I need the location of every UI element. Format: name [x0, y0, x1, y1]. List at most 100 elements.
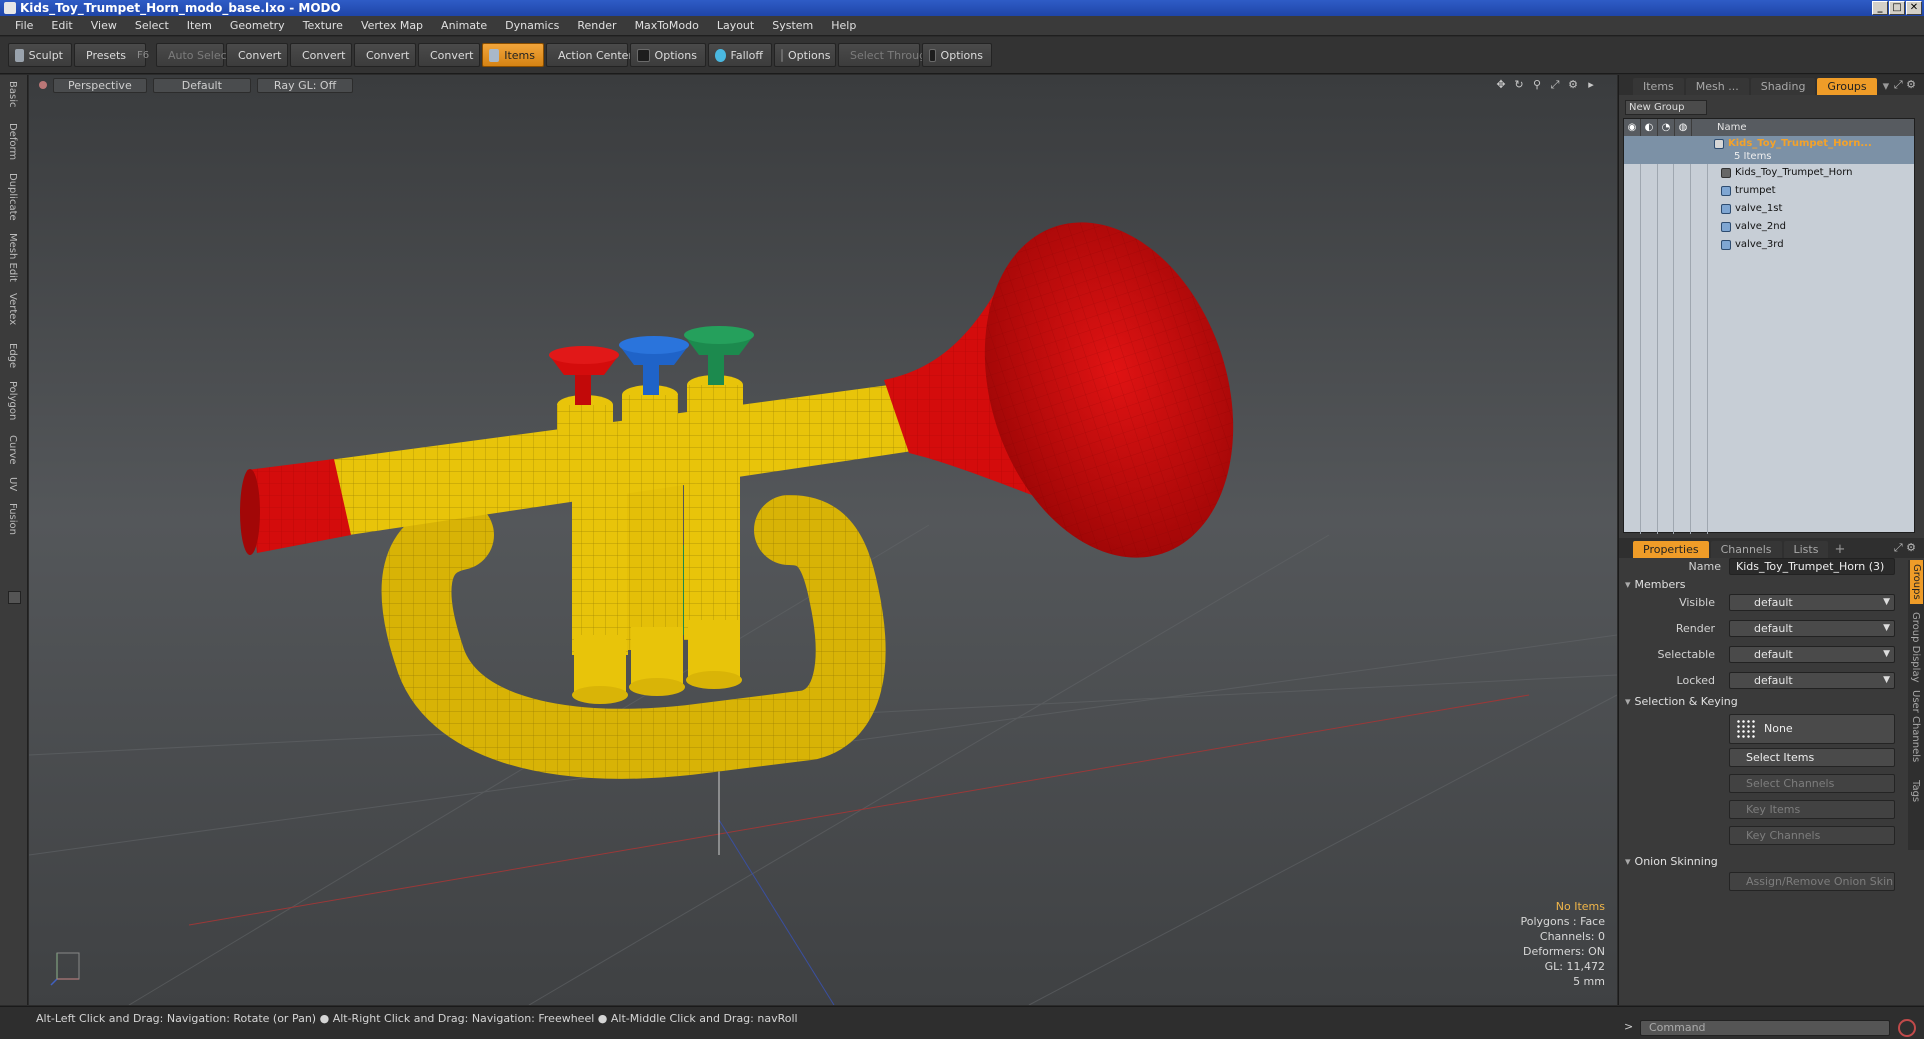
new-group-button[interactable]: New Group: [1625, 100, 1707, 115]
menu-maxtomodo[interactable]: MaxToModo: [626, 19, 708, 32]
fit-icon[interactable]: ⤢: [1549, 79, 1561, 91]
tab-fusion[interactable]: Fusion: [7, 503, 18, 535]
menu-animate[interactable]: Animate: [432, 19, 496, 32]
lock-icon[interactable]: ◍: [1675, 119, 1692, 136]
chevron-right-icon[interactable]: ▸: [1585, 79, 1597, 91]
panel-expand-icon[interactable]: ⤢ ⚙: [1894, 78, 1916, 92]
raygl-dropdown[interactable]: Ray GL: Off: [256, 77, 354, 93]
side-tab-tags[interactable]: Tags: [1910, 780, 1921, 802]
tab-properties[interactable]: Properties: [1633, 541, 1709, 558]
visibility-eye-icon[interactable]: ◉: [1624, 119, 1641, 136]
locked-value: default: [1754, 674, 1793, 687]
group-root-count: 5 Items: [1734, 151, 1772, 162]
tab-edge[interactable]: Edge: [7, 343, 18, 368]
tab-dropdown-icon[interactable]: ▾: [1879, 79, 1894, 95]
locked-dropdown[interactable]: default ▼: [1729, 672, 1895, 689]
none-button[interactable]: None: [1729, 714, 1895, 744]
assign-onion-skin-button[interactable]: Assign/Remove Onion Skin: [1729, 872, 1895, 891]
convert-items-button[interactable]: Convert: [418, 43, 480, 67]
side-tab-user-channels[interactable]: User Channels: [1910, 690, 1921, 762]
select-items-button[interactable]: Select Items: [1729, 748, 1895, 767]
visible-dropdown[interactable]: default ▼: [1729, 594, 1895, 611]
group-name-field[interactable]: Kids_Toy_Trumpet_Horn (3): [1729, 558, 1895, 575]
zoom-icon[interactable]: ⚲: [1531, 79, 1543, 91]
view-type-dropdown[interactable]: Perspective: [53, 77, 147, 93]
minimize-button[interactable]: _: [1872, 1, 1888, 15]
tree-item-kids-toy-trumpet-horn[interactable]: Kids_Toy_Trumpet_Horn: [1624, 164, 1914, 182]
group-root-row[interactable]: Kids_Toy_Trumpet_Horn... 5 Items: [1624, 136, 1914, 164]
tab-channels[interactable]: Channels: [1710, 541, 1782, 558]
add-tab-icon[interactable]: +: [1830, 542, 1849, 558]
tab-items[interactable]: Items: [1633, 78, 1684, 95]
tree-item-valve-2nd[interactable]: valve_2nd: [1624, 218, 1914, 236]
tab-vertex[interactable]: Vertex: [7, 293, 18, 325]
viewport-menu-icon[interactable]: [39, 81, 47, 89]
convert-edges-button[interactable]: Convert: [290, 43, 352, 67]
menu-vertex-map[interactable]: Vertex Map: [352, 19, 432, 32]
side-tab-groups[interactable]: Groups: [1910, 560, 1923, 604]
selectable-dropdown[interactable]: default ▼: [1729, 646, 1895, 663]
falloff-options-button[interactable]: Options: [774, 43, 836, 67]
3d-viewport[interactable]: Perspective Default Ray GL: Off ✥ ↻ ⚲ ⤢ …: [29, 75, 1617, 1005]
tab-deform[interactable]: Deform: [7, 123, 18, 160]
menu-edit[interactable]: Edit: [42, 19, 81, 32]
action-center-options-button[interactable]: Options: [630, 43, 706, 67]
menu-dynamics[interactable]: Dynamics: [496, 19, 568, 32]
select-channels-button[interactable]: Select Channels: [1729, 774, 1895, 793]
tab-mesh-edit[interactable]: Mesh Edit: [7, 233, 18, 282]
menu-file[interactable]: File: [6, 19, 42, 32]
menu-help[interactable]: Help: [822, 19, 865, 32]
tab-basic[interactable]: Basic: [7, 81, 18, 107]
menu-layout[interactable]: Layout: [708, 19, 763, 32]
menu-system[interactable]: System: [763, 19, 822, 32]
strip-toggle-icon[interactable]: [8, 591, 21, 604]
onion-skinning-section[interactable]: Onion Skinning: [1625, 855, 1718, 868]
tab-shading[interactable]: Shading: [1750, 78, 1816, 95]
menu-render[interactable]: Render: [568, 19, 625, 32]
tree-item-valve-3rd[interactable]: valve_3rd: [1624, 236, 1914, 254]
tree-item-trumpet[interactable]: trumpet: [1624, 182, 1914, 200]
tab-lists[interactable]: Lists: [1783, 541, 1829, 558]
menu-texture[interactable]: Texture: [294, 19, 352, 32]
tab-mesh[interactable]: Mesh ...: [1685, 78, 1749, 95]
select-icon[interactable]: ◔: [1658, 119, 1675, 136]
auto-select-button[interactable]: Auto Select: [156, 43, 231, 67]
action-center-button[interactable]: Action Center: [546, 43, 633, 67]
presets-button[interactable]: Presets F6: [74, 43, 150, 67]
items-mode-button[interactable]: Items: [482, 43, 544, 67]
falloff-button[interactable]: Falloff: [708, 43, 772, 67]
maximize-button[interactable]: □: [1889, 1, 1905, 15]
render-icon[interactable]: ◐: [1641, 119, 1658, 136]
properties-expand-icon[interactable]: ⤢ ⚙: [1894, 541, 1916, 555]
select-options-button[interactable]: Options: [922, 43, 992, 67]
convert-vertices-button[interactable]: Convert: [226, 43, 288, 67]
shading-dropdown[interactable]: Default: [152, 77, 251, 93]
menu-geometry[interactable]: Geometry: [221, 19, 294, 32]
pan-icon[interactable]: ✥: [1495, 79, 1507, 91]
command-input[interactable]: Command: [1640, 1020, 1890, 1036]
tree-item-valve-1st[interactable]: valve_1st: [1624, 200, 1914, 218]
locator-icon: [1721, 168, 1731, 178]
key-items-button[interactable]: Key Items: [1729, 800, 1895, 819]
key-channels-button[interactable]: Key Channels: [1729, 826, 1895, 845]
gear-icon[interactable]: ⚙: [1567, 79, 1579, 91]
members-section[interactable]: Members: [1625, 578, 1686, 591]
menu-view[interactable]: View: [82, 19, 126, 32]
convert-polygons-button[interactable]: Convert: [354, 43, 416, 67]
side-tab-group-display[interactable]: Group Display: [1910, 612, 1921, 682]
tab-curve[interactable]: Curve: [7, 435, 18, 465]
tab-polygon[interactable]: Polygon: [7, 381, 18, 420]
tab-groups[interactable]: Groups: [1817, 78, 1877, 95]
render-dropdown[interactable]: default ▼: [1729, 620, 1895, 637]
menu-select[interactable]: Select: [126, 19, 178, 32]
presets-shortcut: F6: [137, 49, 150, 61]
record-icon[interactable]: [1898, 1019, 1916, 1037]
select-through-button[interactable]: Select Through: [838, 43, 933, 67]
close-button[interactable]: ✕: [1906, 1, 1922, 15]
sculpt-button[interactable]: Sculpt: [8, 43, 72, 67]
tab-duplicate[interactable]: Duplicate: [7, 173, 18, 221]
rotate-icon[interactable]: ↻: [1513, 79, 1525, 91]
selection-keying-section[interactable]: Selection & Keying: [1625, 695, 1738, 708]
menu-item[interactable]: Item: [178, 19, 221, 32]
tab-uv[interactable]: UV: [7, 477, 18, 491]
